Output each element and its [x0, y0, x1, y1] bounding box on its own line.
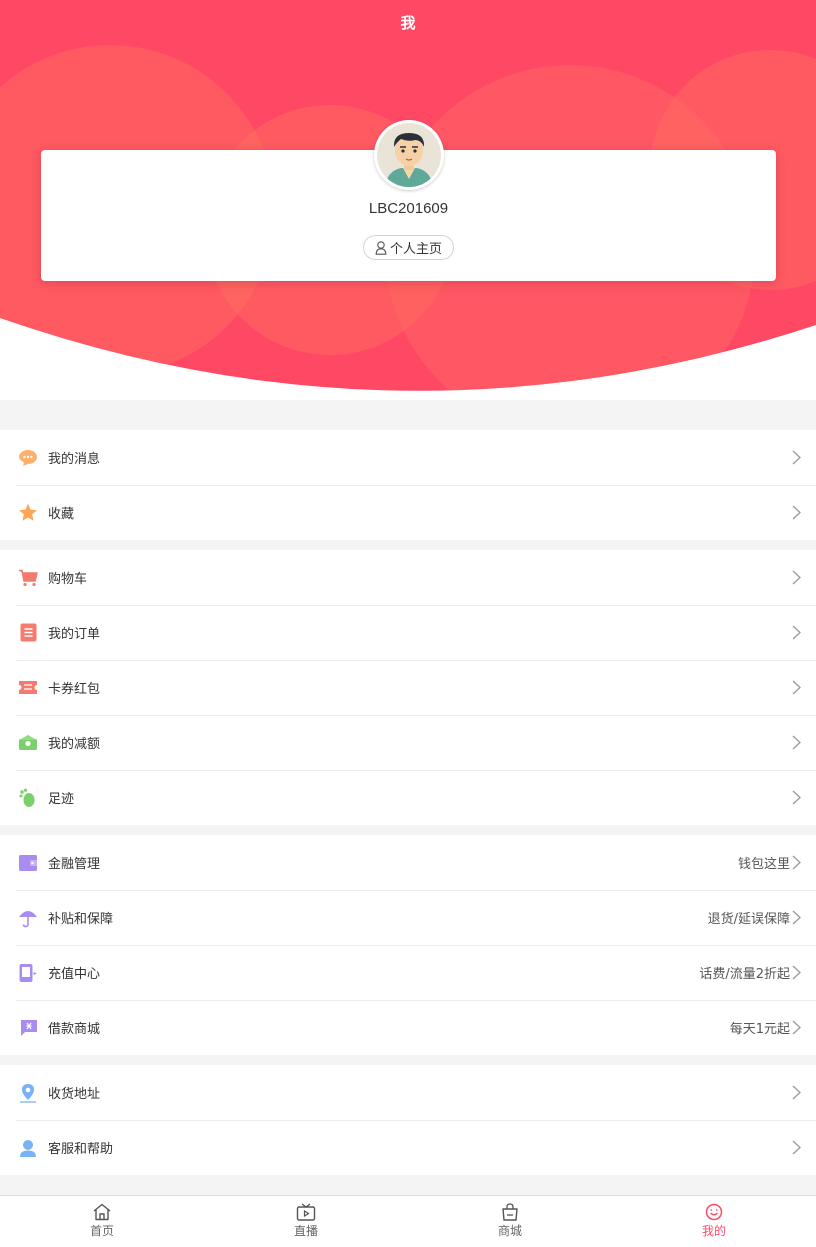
- tab-label: 商城: [497, 1224, 522, 1238]
- cart-icon: [17, 567, 39, 589]
- chevron-right-icon: [792, 965, 801, 980]
- smile-icon: [705, 1203, 723, 1221]
- home-icon: [93, 1203, 111, 1221]
- wallet-icon: [17, 852, 39, 874]
- tab-live[interactable]: 直播: [204, 1196, 408, 1247]
- menu-extra: 退货/延误保障: [707, 912, 790, 927]
- tab-mine[interactable]: 我的: [612, 1196, 816, 1247]
- bottom-tab-bar: 首页 直播 商城 我的: [0, 1195, 816, 1247]
- menu-group-finance: 金融管理 钱包这里 补贴和保障 退货/延误保障 充值中心 话费/流量2折起 借款…: [0, 835, 816, 1055]
- menu-label: 金融管理: [48, 857, 101, 872]
- menu-group-shopping: 购物车 我的订单 卡券红包 我的减额 足迹: [0, 550, 816, 825]
- menu-label: 我的减额: [48, 737, 101, 752]
- tab-label: 我的: [701, 1224, 726, 1238]
- menu-label: 购物车: [48, 572, 88, 587]
- chevron-right-icon: [792, 735, 801, 750]
- chevron-right-icon: [792, 625, 801, 640]
- menu-label: 我的消息: [48, 452, 101, 467]
- chevron-right-icon: [792, 1085, 801, 1100]
- footprint-icon: [17, 787, 39, 809]
- coupon-icon: [17, 677, 39, 699]
- tab-mall[interactable]: 商城: [408, 1196, 612, 1247]
- discount-icon: [17, 732, 39, 754]
- tab-label: 首页: [89, 1224, 114, 1238]
- avatar[interactable]: [374, 120, 444, 190]
- location-icon: [17, 1082, 39, 1104]
- menu-label: 足迹: [48, 792, 75, 807]
- service-icon: [17, 1137, 39, 1159]
- chevron-right-icon: [792, 450, 801, 465]
- menu-item-footprint[interactable]: 足迹: [0, 770, 816, 825]
- menu-extra: 话费/流量2折起: [699, 967, 790, 982]
- menu-label: 充值中心: [48, 967, 101, 982]
- tab-label: 直播: [293, 1224, 318, 1238]
- menu-item-orders[interactable]: 我的订单: [0, 605, 816, 660]
- menu-label: 我的订单: [48, 627, 101, 642]
- menu-item-cart[interactable]: 购物车: [0, 550, 816, 605]
- chevron-right-icon: [792, 1020, 801, 1035]
- tab-home[interactable]: 首页: [0, 1196, 204, 1247]
- chevron-right-icon: [792, 910, 801, 925]
- menu-extra: 钱包这里: [737, 857, 790, 872]
- chevron-right-icon: [792, 570, 801, 585]
- menu-item-coupons[interactable]: 卡券红包: [0, 660, 816, 715]
- chevron-right-icon: [792, 1140, 801, 1155]
- menu-label: 借款商城: [48, 1022, 101, 1037]
- shop-bag-icon: [502, 1203, 518, 1221]
- menu-item-finance[interactable]: 金融管理 钱包这里: [0, 835, 816, 890]
- menu-label: 补贴和保障: [48, 912, 114, 927]
- avatar-image: [377, 123, 441, 187]
- star-icon: [17, 502, 39, 524]
- menu-label: 收藏: [48, 507, 75, 522]
- menu-label: 卡券红包: [48, 682, 101, 697]
- menu-extra: 每天1元起: [729, 1022, 790, 1037]
- chevron-right-icon: [792, 505, 801, 520]
- chevron-right-icon: [792, 680, 801, 695]
- order-icon: [17, 622, 39, 644]
- menu-item-customer-service[interactable]: 客服和帮助: [0, 1120, 816, 1175]
- username: LBC201609: [368, 200, 449, 217]
- menu-item-messages[interactable]: 我的消息: [0, 430, 816, 485]
- menu-group-support: 收货地址 客服和帮助: [0, 1065, 816, 1175]
- menu-item-favorites[interactable]: 收藏: [0, 485, 816, 540]
- personal-homepage-label: 个人主页: [389, 242, 442, 257]
- menu-item-discount[interactable]: 我的减额: [0, 715, 816, 770]
- tv-icon: [296, 1203, 316, 1221]
- page-title: 我: [400, 14, 416, 32]
- menu-item-subsidy[interactable]: 补贴和保障 退货/延误保障: [0, 890, 816, 945]
- chevron-right-icon: [792, 855, 801, 870]
- menu-item-loan-mall[interactable]: 借款商城 每天1元起: [0, 1000, 816, 1055]
- menu-item-address[interactable]: 收货地址: [0, 1065, 816, 1120]
- loan-icon: [17, 1017, 39, 1039]
- chevron-right-icon: [792, 790, 801, 805]
- menu-label: 收货地址: [48, 1087, 101, 1102]
- menu-group-messages: 我的消息 收藏: [0, 430, 816, 540]
- menu-item-recharge[interactable]: 充值中心 话费/流量2折起: [0, 945, 816, 1000]
- personal-homepage-button[interactable]: 个人主页: [363, 235, 454, 260]
- umbrella-icon: [17, 907, 39, 929]
- message-icon: [17, 447, 39, 469]
- user-icon: [375, 240, 387, 255]
- menu-label: 客服和帮助: [48, 1142, 114, 1157]
- phone-icon: [17, 962, 39, 984]
